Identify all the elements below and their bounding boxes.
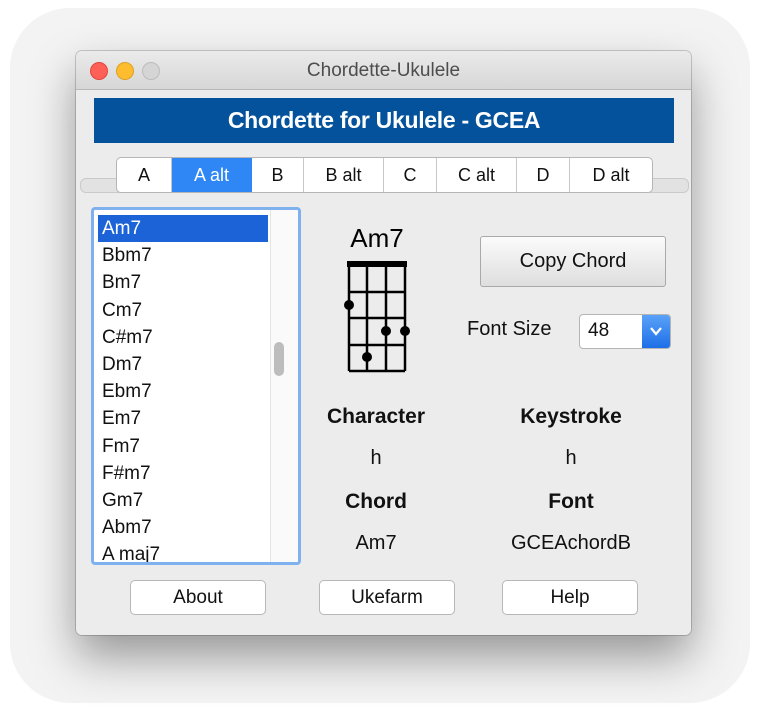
list-item[interactable]: F#m7 [98,460,268,487]
list-item[interactable]: Fm7 [98,433,268,460]
about-button[interactable]: About [130,580,266,615]
list-item[interactable]: Bbm7 [98,242,268,269]
keystroke-label: Keystroke [520,405,622,428]
tab-a-alt[interactable]: A alt [172,158,252,192]
list-item[interactable]: Cm7 [98,297,268,324]
chord-preview-name: Am7 [350,223,404,253]
tab-c-alt[interactable]: C alt [437,158,517,192]
character-value: h [370,447,382,469]
chord-label: Chord [345,490,407,513]
window-title: Chordette-Ukulele [306,60,461,81]
character-label: Character [326,405,426,428]
chord-list: Am7 Bbm7 Bm7 Cm7 C#m7 Dm7 Ebm7 Em7 Fm7 F… [98,215,268,562]
chord-list-box[interactable]: Am7 Bbm7 Bm7 Cm7 C#m7 Dm7 Ebm7 Em7 Fm7 F… [91,207,301,565]
list-item[interactable]: Ebm7 [98,378,268,405]
chevron-down-icon[interactable] [642,315,670,348]
tab-d-alt[interactable]: D alt [570,158,652,192]
tab-d[interactable]: D [517,158,570,192]
help-button[interactable]: Help [502,580,638,615]
list-item[interactable]: Gm7 [98,487,268,514]
window-content: Chordette for Ukulele - GCEA A A alt B B… [76,90,691,635]
font-label: Font [548,490,594,513]
list-item[interactable]: Am7 [98,215,268,243]
chord-value: Am7 [355,532,397,554]
list-scroll-thumb[interactable] [274,342,284,376]
font-size-label: Font Size [467,318,552,340]
tab-c[interactable]: C [384,158,437,192]
list-item[interactable]: A maj7 [98,541,268,562]
title-bar[interactable]: Chordette-Ukulele [76,51,691,90]
font-size-select[interactable]: 48 [579,314,671,349]
list-item[interactable]: Bm7 [98,269,268,296]
list-item[interactable]: Abm7 [98,514,268,541]
copy-chord-button[interactable]: Copy Chord [480,236,666,287]
ukefarm-button[interactable]: Ukefarm [319,580,455,615]
app-banner: Chordette for Ukulele - GCEA [94,98,674,143]
list-item[interactable]: Dm7 [98,351,268,378]
list-item[interactable]: Em7 [98,405,268,432]
tab-a[interactable]: A [117,158,172,192]
font-value: GCEAchordB [510,532,632,554]
tab-b-alt[interactable]: B alt [304,158,384,192]
keystroke-value: h [565,447,577,469]
tab-b[interactable]: B [252,158,304,192]
ukulele-chord-diagram-icon [344,261,410,373]
chord-tabs: A A alt B B alt C C alt D D alt [116,157,653,193]
list-item[interactable]: C#m7 [98,324,268,351]
app-window: Chordette-Ukulele Chordette for Ukulele … [76,51,691,635]
font-size-value: 48 [588,320,610,341]
